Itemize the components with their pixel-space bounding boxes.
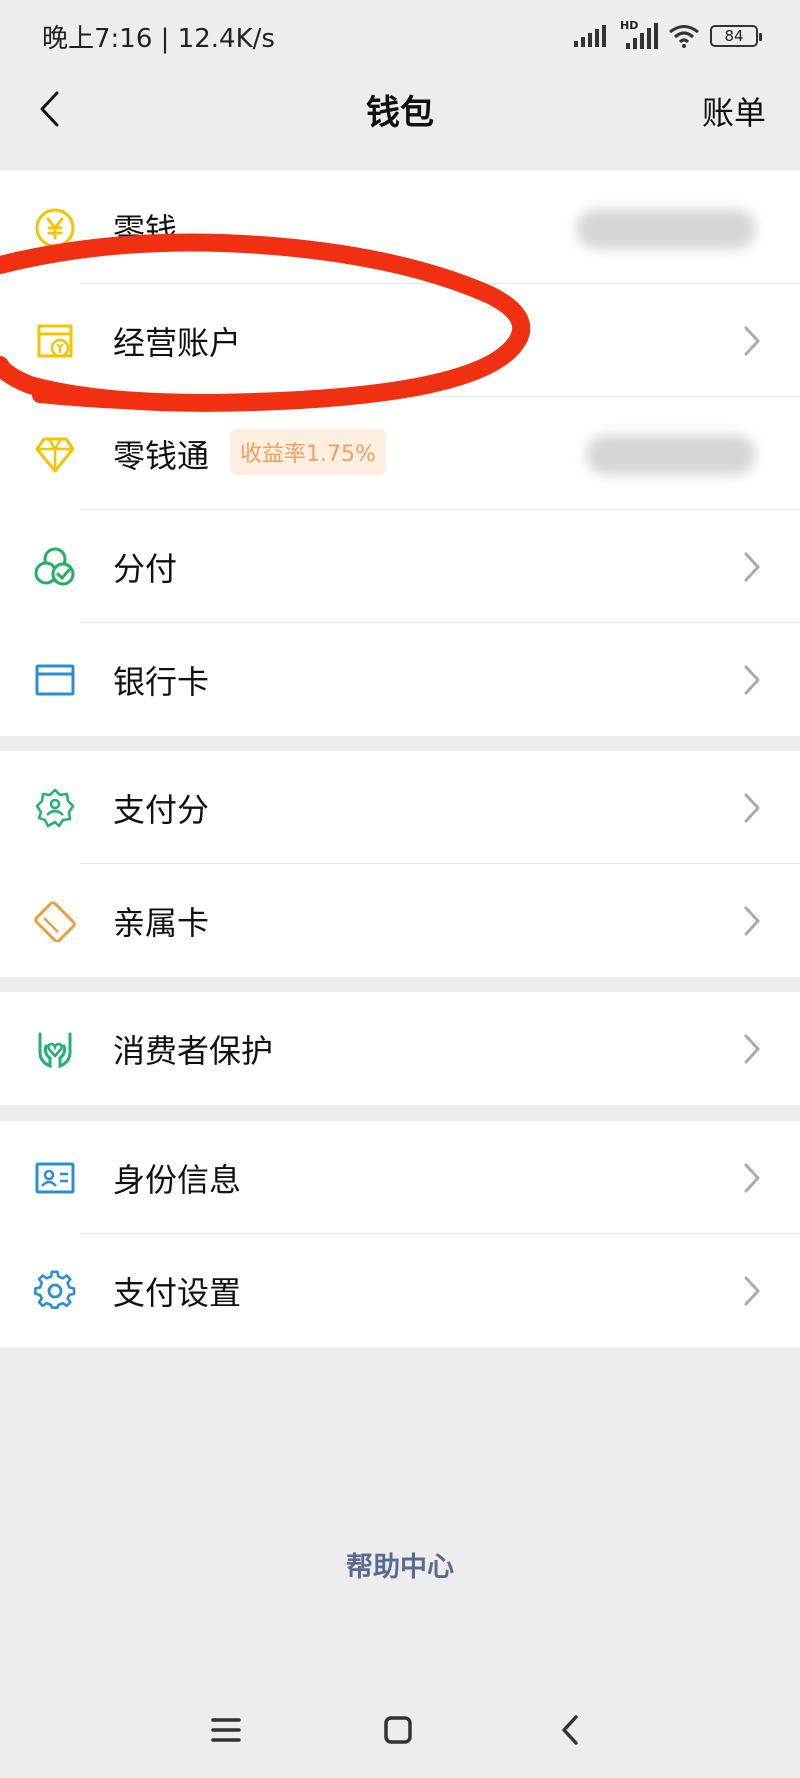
list-item-label: 经营账户 — [113, 323, 242, 362]
chevron-right-icon — [744, 1034, 760, 1064]
status-bar: 晚上7:16 | 12.4K/s HD 84 — [0, 0, 800, 72]
list-item-bank-card[interactable]: 银行卡 — [0, 623, 800, 736]
blurred-amount — [586, 435, 756, 475]
list-item-pay-score[interactable]: 支付分 — [0, 751, 800, 864]
page-title: 钱包 — [366, 92, 434, 133]
list-item-label: 零钱 — [113, 210, 178, 249]
bill-button[interactable]: 账单 — [702, 88, 766, 134]
battery-level: 84 — [724, 27, 744, 45]
list-item-change[interactable]: 零钱 — [0, 171, 800, 284]
wallet-group-primary: 零钱 经营账户 零钱通 收益率1.75% 分付 银行卡 — [0, 171, 800, 736]
home-button[interactable] — [374, 1706, 422, 1754]
chevron-right-icon — [744, 906, 760, 936]
home-square-icon — [384, 1716, 412, 1744]
chevron-right-icon — [744, 665, 760, 695]
shop-account-icon — [37, 324, 73, 358]
list-item-label: 身份信息 — [113, 1160, 242, 1199]
wallet-group-settings: 身份信息 支付设置 — [0, 1121, 800, 1347]
wallet-group-services: 支付分 亲属卡 — [0, 751, 800, 977]
list-item-label: 银行卡 — [113, 662, 210, 701]
list-item-family-card[interactable]: 亲属卡 — [0, 864, 800, 977]
menu-button[interactable] — [202, 1706, 250, 1754]
status-icons: HD 84 — [574, 19, 762, 49]
chevron-right-icon — [744, 326, 760, 356]
help-center-link[interactable]: 帮助中心 — [0, 1545, 800, 1584]
list-item-business-account[interactable]: 经营账户 — [0, 284, 800, 397]
list-item-label: 零钱通 — [113, 436, 210, 475]
fenfu-icon — [34, 547, 75, 586]
chevron-right-icon — [744, 1163, 760, 1193]
id-card-icon — [35, 1162, 75, 1194]
signal-icon — [574, 25, 606, 47]
system-navigation-bar — [0, 1690, 800, 1770]
chevron-right-icon — [744, 1276, 760, 1306]
list-item-payment-settings[interactable]: 支付设置 — [0, 1234, 800, 1347]
list-item-label: 支付分 — [113, 790, 210, 829]
chevron-right-icon — [744, 552, 760, 582]
pay-score-icon — [35, 788, 75, 828]
chevron-left-icon — [40, 91, 59, 127]
nav-bar: 钱包 账单 — [0, 72, 800, 146]
yuan-coin-icon — [35, 208, 75, 248]
system-back-button[interactable] — [546, 1706, 594, 1754]
hd-signal-icon: HD — [620, 19, 658, 49]
list-item-label: 亲属卡 — [113, 903, 210, 942]
list-item-label: 消费者保护 — [113, 1031, 274, 1070]
status-time-speed: 晚上7:16 | 12.4K/s — [42, 23, 275, 54]
gear-icon — [34, 1270, 76, 1310]
list-item-fenfu[interactable]: 分付 — [0, 510, 800, 623]
bank-card-icon — [35, 664, 75, 696]
back-arrow-icon — [562, 1715, 578, 1745]
yield-rate-badge: 收益率1.75% — [230, 429, 386, 475]
list-item-change-plus[interactable]: 零钱通 收益率1.75% — [0, 397, 800, 510]
back-button[interactable] — [26, 86, 72, 132]
wifi-icon — [669, 25, 699, 48]
diamond-icon — [35, 437, 75, 473]
list-item-consumer-protection[interactable]: 消费者保护 — [0, 992, 800, 1105]
battery-indicator: 84 — [710, 25, 762, 47]
family-card-icon — [34, 901, 76, 942]
list-item-identity-info[interactable]: 身份信息 — [0, 1121, 800, 1234]
list-item-label: 支付设置 — [113, 1273, 242, 1312]
consumer-protect-icon — [38, 1032, 72, 1069]
list-item-label: 分付 — [113, 549, 178, 588]
menu-icon — [211, 1718, 241, 1742]
blurred-amount — [576, 209, 756, 249]
wallet-group-protection: 消费者保护 — [0, 992, 800, 1105]
chevron-right-icon — [744, 793, 760, 823]
